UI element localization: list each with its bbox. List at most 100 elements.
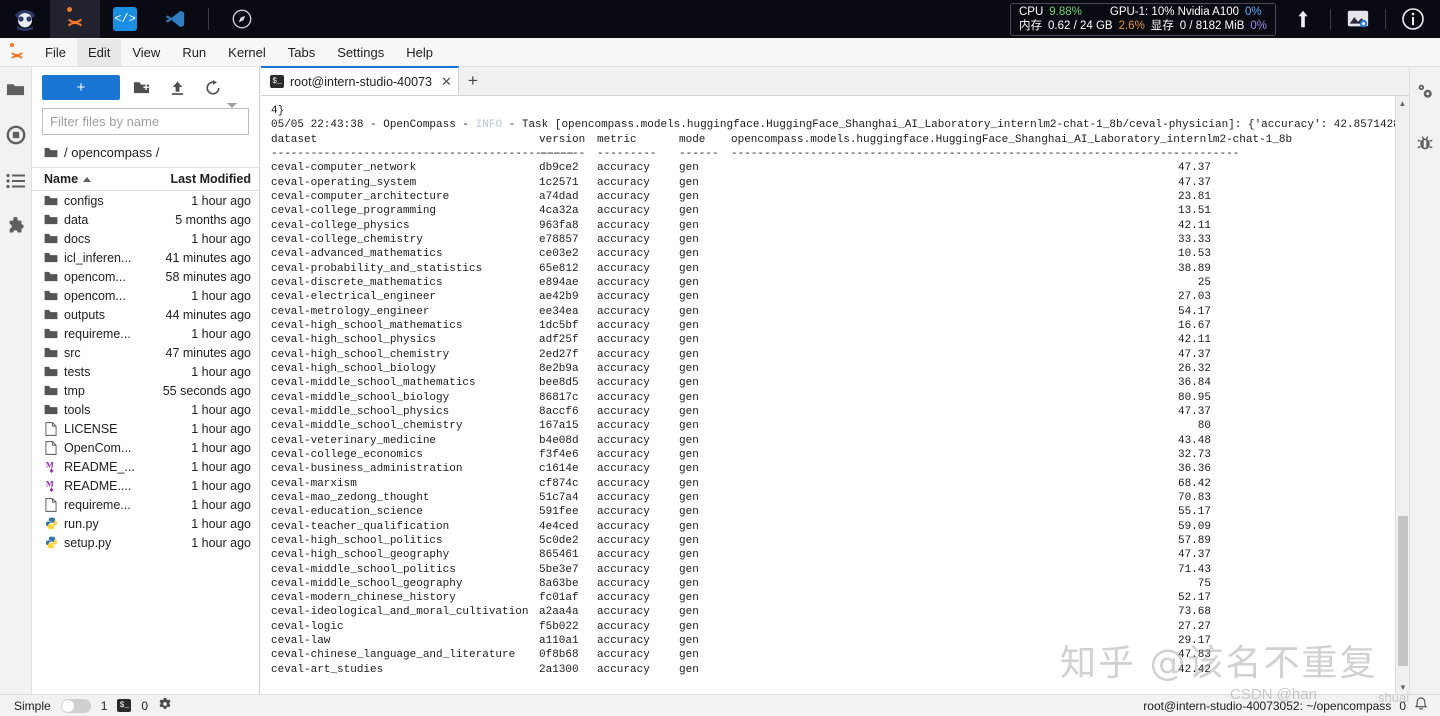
file-list-item[interactable]: tools 1 hour ago: [32, 400, 259, 419]
image-icon: [1347, 10, 1369, 28]
file-list-item[interactable]: data 5 months ago: [32, 210, 259, 229]
filter-files-input[interactable]: [42, 108, 249, 135]
menu-file[interactable]: File: [34, 39, 77, 66]
sidebar-item-property-inspector[interactable]: [1413, 79, 1437, 103]
file-name: docs: [64, 231, 91, 246]
file-list-item[interactable]: configs 1 hour ago: [32, 191, 259, 210]
file-list-item[interactable]: requireme... 1 hour ago: [32, 324, 259, 343]
terminal-line: ceval-middle_school_biology 86817c accurac…: [271, 391, 1211, 404]
scrollbar-thumb[interactable]: [1398, 516, 1408, 666]
file-list-item[interactable]: run.py 1 hour ago: [32, 514, 259, 533]
file-name: tests: [64, 364, 91, 379]
terminal-line: ceval-college_chemistry e78857 accuracy gen…: [271, 233, 1211, 246]
os-app-vscode[interactable]: [150, 0, 200, 38]
new-tab-button[interactable]: +: [459, 66, 487, 95]
file-modified: 5 months ago: [175, 212, 251, 227]
left-sidebar-rail: [0, 67, 32, 694]
new-folder-button[interactable]: [126, 75, 156, 100]
file-list-item[interactable]: src 47 minutes ago: [32, 343, 259, 362]
svg-text:M: M: [45, 479, 53, 488]
file-list-item[interactable]: M README.... 1 hour ago: [32, 476, 259, 495]
column-header-name[interactable]: Name: [44, 172, 147, 186]
info-icon: [1402, 8, 1424, 30]
jupyter-icon: [64, 7, 86, 31]
folder-icon: [44, 346, 58, 360]
menu-tabs[interactable]: Tabs: [277, 39, 326, 66]
settings-button[interactable]: [158, 697, 172, 714]
file-list-item[interactable]: opencom... 58 minutes ago: [32, 267, 259, 286]
file-modified: 1 hour ago: [191, 516, 251, 531]
terminal-line: ceval-middle_school_chemistry 167a15 accur…: [271, 420, 1211, 433]
kernel-count: 1: [100, 698, 108, 713]
sidebar-item-file-browser[interactable]: [4, 77, 28, 101]
os-app-compass[interactable]: [217, 0, 267, 38]
upload-button[interactable]: [1276, 0, 1330, 38]
folder-icon: [44, 270, 58, 284]
simple-mode-toggle[interactable]: [60, 698, 91, 713]
menu-view[interactable]: View: [121, 39, 171, 66]
terminal-line: ceval-veterinary_medicine b4e08d accuracy g…: [271, 434, 1211, 447]
close-icon[interactable]: ✕: [441, 74, 452, 90]
sidebar-item-commands[interactable]: [4, 169, 28, 193]
file-list-item[interactable]: icl_inferen... 41 minutes ago: [32, 248, 259, 267]
sidebar-item-debugger[interactable]: [1413, 131, 1437, 155]
menu-run[interactable]: Run: [171, 39, 217, 66]
notifications-button[interactable]: [1414, 696, 1428, 715]
sidebar-item-extensions[interactable]: [4, 215, 28, 239]
bell-icon: [1414, 696, 1428, 710]
folder-icon: [44, 384, 58, 398]
file-list-item[interactable]: docs 1 hour ago: [32, 229, 259, 248]
terminal-output[interactable]: 4} 05/05 22:43:38 - OpenCompass - INFO - …: [261, 96, 1395, 694]
info-button[interactable]: [1386, 0, 1440, 38]
terminal-line: ceval-middle_school_physics 8accf6 accurac…: [271, 405, 1211, 418]
menu-help[interactable]: Help: [395, 39, 444, 66]
breadcrumb[interactable]: / opencompass /: [32, 141, 259, 167]
file-list-item[interactable]: LICENSE 1 hour ago: [32, 419, 259, 438]
file-browser-icon: [6, 84, 25, 96]
file-list-item[interactable]: setup.py 1 hour ago: [32, 533, 259, 552]
memory-label: 内存: [1019, 19, 1042, 32]
terminal-line: ceval-advanced_mathematics ce03e2 accuracy…: [271, 248, 1211, 261]
scroll-down-icon[interactable]: ▼: [1396, 680, 1410, 694]
file-list: configs 1 hour ago data 5 months ago docs 1 h…: [32, 191, 259, 552]
file-list-item[interactable]: outputs 44 minutes ago: [32, 305, 259, 324]
file-list-item[interactable]: opencom... 1 hour ago: [32, 286, 259, 305]
file-name: opencom...: [64, 288, 126, 303]
file-modified: 41 minutes ago: [165, 250, 251, 265]
tab-terminal[interactable]: $_ root@intern-studio-40073 ✕: [261, 66, 459, 95]
terminal-scrollbar[interactable]: ▲ ▼: [1395, 96, 1409, 694]
file-list-item[interactable]: tmp 55 seconds ago: [32, 381, 259, 400]
terminal-line: ceval-chinese_language_and_literature 0f8…: [271, 649, 1211, 662]
column-header-last-modified[interactable]: Last Modified: [147, 172, 251, 186]
file-list-item[interactable]: M README_... 1 hour ago: [32, 457, 259, 476]
os-divider: [208, 8, 209, 30]
scroll-up-icon[interactable]: ▲: [1396, 96, 1409, 110]
upload-files-button[interactable]: [162, 75, 192, 100]
menu-kernel[interactable]: Kernel: [217, 39, 277, 66]
refresh-button[interactable]: [198, 75, 228, 100]
terminal-line: ceval-discrete_mathematics e894ae accuracy…: [271, 276, 1211, 289]
simple-mode-label: Simple: [14, 698, 51, 713]
file-list-item[interactable]: tests 1 hour ago: [32, 362, 259, 381]
os-app-jupyter[interactable]: [50, 0, 100, 38]
markdown-icon: M: [44, 479, 58, 493]
folder-icon: [44, 146, 58, 160]
file-icon: [44, 421, 58, 436]
sidebar-item-running[interactable]: [4, 123, 28, 147]
gpu-label: GPU-1: 10% Nvidia A100: [1109, 5, 1240, 18]
terminal-line: 4}: [271, 105, 285, 117]
file-modified: 58 minutes ago: [165, 269, 251, 284]
refresh-icon: [206, 79, 220, 95]
os-app-code[interactable]: </>: [100, 0, 150, 38]
os-app-jupyter-hub[interactable]: [0, 0, 50, 38]
file-list-item[interactable]: OpenCom... 1 hour ago: [32, 438, 259, 457]
menu-edit[interactable]: Edit: [76, 38, 122, 66]
svg-text:M: M: [45, 460, 53, 469]
new-launcher-button[interactable]: +: [42, 75, 120, 100]
terminal-line: ceval-education_science 591fee accuracy gen…: [271, 506, 1211, 519]
file-list-item[interactable]: requireme... 1 hour ago: [32, 495, 259, 514]
file-icon: [44, 440, 58, 455]
os-app-launcher: </>: [0, 0, 267, 38]
image-button[interactable]: [1331, 0, 1385, 38]
menu-settings[interactable]: Settings: [326, 39, 395, 66]
